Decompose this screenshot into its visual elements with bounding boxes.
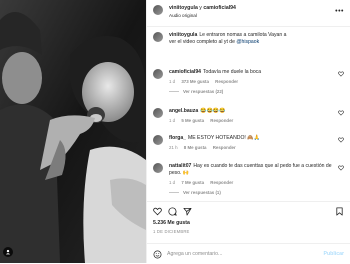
comment-time[interactable]: 1 d (169, 79, 175, 84)
avatar[interactable] (153, 163, 163, 173)
audio-label[interactable]: Audio original (169, 13, 197, 18)
bookmark-icon[interactable] (335, 207, 344, 216)
like-comment-heart-icon[interactable] (338, 137, 344, 143)
comments-list[interactable]: viniitoygula Le entraron nomas a camilota… (147, 27, 350, 199)
comment-body: Todavía me duele la boca (203, 69, 262, 75)
comment-time[interactable]: 21 h (169, 145, 178, 150)
comment-meta: 1 d 5 Me gusta Responder (169, 118, 238, 123)
reply-button[interactable]: Responder (210, 118, 233, 123)
comment-username[interactable]: florga_ (169, 135, 186, 141)
likes-count[interactable]: 5.236 Me gusta (153, 220, 190, 226)
author-conjunction: y (199, 5, 202, 11)
reply-button[interactable]: Responder (210, 180, 233, 185)
post-modal: viniitoygula y camioficial94 Audio origi… (0, 0, 350, 263)
avatar[interactable] (153, 108, 163, 118)
avatar[interactable] (153, 69, 163, 79)
comment-body: 😂😂😂😂 (200, 108, 226, 114)
post-panel: viniitoygula y camioficial94 Audio origi… (146, 0, 350, 263)
view-replies-button[interactable]: Ver respuestas (1) (169, 190, 221, 195)
comment-body: Hay es cuando te das cuenttas que al ped… (169, 163, 332, 176)
reply-button[interactable]: Responder (215, 79, 238, 84)
post-photo (0, 0, 146, 263)
view-replies-label: Ver respuestas (1) (183, 190, 221, 195)
comment-time[interactable]: 1 d (169, 118, 175, 123)
comment-likes[interactable]: 5 Me gusta (181, 118, 204, 123)
comment-text: angel.bauza 😂😂😂😂 (169, 108, 335, 115)
comment-meta: 1 d 373 Me gusta Responder (169, 79, 243, 84)
user-tag-button[interactable] (3, 247, 13, 257)
comment-icon[interactable] (168, 207, 177, 216)
caption-text: viniitoygula Le entraron nomas a camilota… (169, 32, 289, 45)
replies-divider (169, 91, 179, 92)
avatar[interactable] (153, 5, 163, 15)
post-media[interactable] (0, 0, 146, 263)
more-options-icon[interactable]: ••• (335, 8, 344, 15)
comment-body: ME ESTOY HOTEANDO! 🙈🙏 (187, 135, 260, 141)
like-comment-heart-icon[interactable] (338, 165, 344, 171)
comment-username[interactable]: camioficial94 (169, 69, 201, 75)
comment-input[interactable] (167, 249, 307, 259)
caption-username[interactable]: viniitoygula (169, 32, 197, 38)
emoji-icon[interactable] (153, 250, 162, 259)
comment-likes[interactable]: 373 Me gusta (181, 79, 209, 84)
comment-likes[interactable]: 7 Me gusta (181, 180, 204, 185)
comment-username[interactable]: angel.bauza (169, 108, 198, 114)
share-icon[interactable] (183, 207, 192, 216)
post-comment-button[interactable]: Publicar (324, 251, 344, 257)
comment-username[interactable]: nattalit07 (169, 163, 191, 169)
avatar[interactable] (153, 32, 163, 42)
comment-text: camioficial94 Todavía me duele la boca (169, 69, 335, 76)
like-comment-heart-icon[interactable] (338, 110, 344, 116)
mention-link[interactable]: @hispaok (236, 39, 259, 45)
post-header: viniitoygula y camioficial94 Audio origi… (147, 0, 350, 27)
post-date[interactable]: 1 DE DICIEMBRE (153, 229, 190, 234)
comment-meta: 21 h 8 Me gusta Responder (169, 145, 241, 150)
author-username[interactable]: viniitoygula (169, 5, 198, 11)
coauthor-username[interactable]: camioficial94 (203, 5, 236, 11)
replies-divider (169, 192, 179, 193)
comment-text: florga_ ME ESTOY HOTEANDO! 🙈🙏 (169, 135, 335, 142)
comment-meta: 1 d 7 Me gusta Responder (169, 180, 238, 185)
view-replies-label: Ver respuestas (22) (183, 89, 224, 94)
view-replies-button[interactable]: Ver respuestas (22) (169, 89, 223, 94)
avatar[interactable] (153, 135, 163, 145)
comment-time[interactable]: 1 d (169, 180, 175, 185)
comment-text: nattalit07 Hay es cuando te das cuenttas … (169, 163, 335, 176)
heart-icon[interactable] (153, 207, 162, 216)
comment-composer: Publicar (147, 243, 350, 264)
action-bar (147, 201, 350, 218)
comment-likes[interactable]: 8 Me gusta (184, 145, 207, 150)
reply-button[interactable]: Responder (213, 145, 236, 150)
user-icon (5, 249, 11, 255)
like-comment-heart-icon[interactable] (338, 71, 344, 77)
author-names: viniitoygula y camioficial94 (169, 5, 236, 11)
